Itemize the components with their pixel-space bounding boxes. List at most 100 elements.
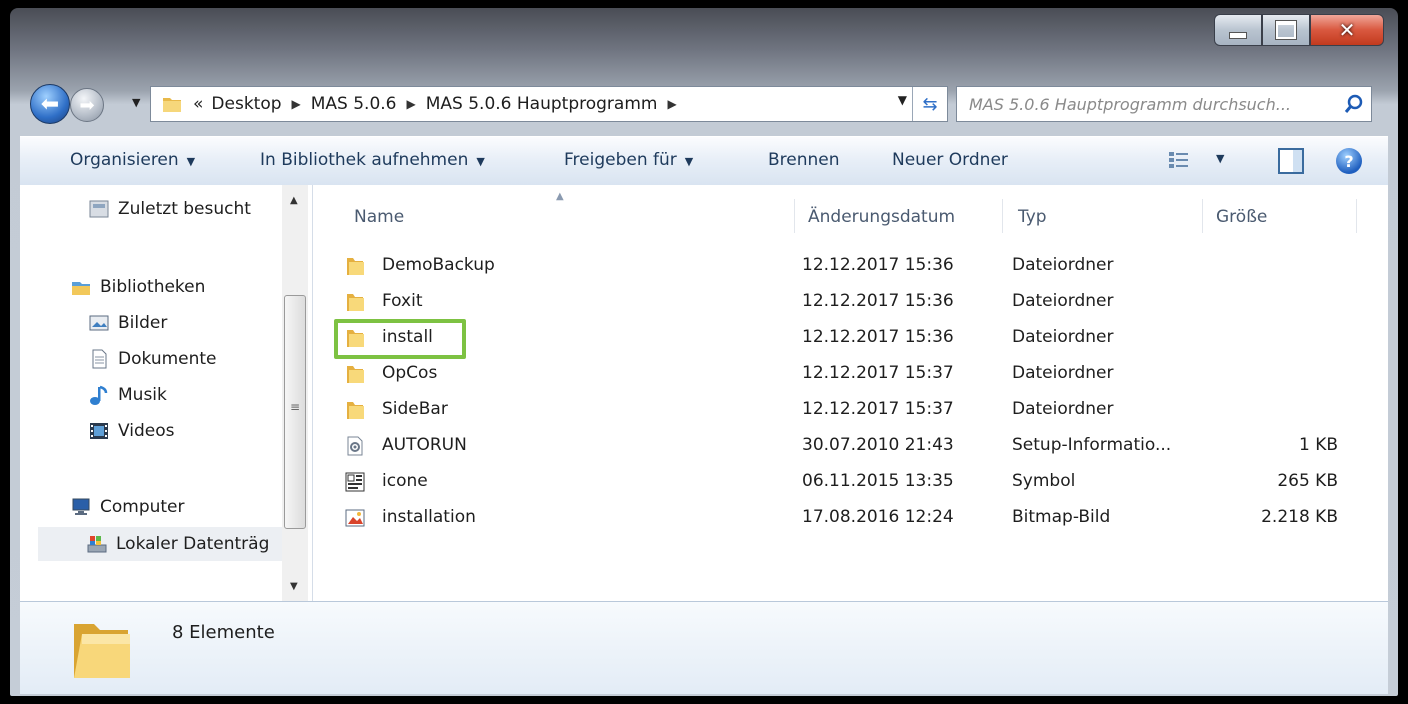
computer-icon	[72, 498, 90, 515]
folder-icon	[347, 294, 364, 311]
address-bar[interactable]: « Desktop ▶ MAS 5.0.6 ▶ MAS 5.0.6 Hauptp…	[150, 86, 948, 122]
bitmap-file-icon	[345, 509, 365, 527]
navigation-pane: Zuletzt besucht Bibliotheken Bilder Doku…	[20, 185, 313, 601]
help-icon[interactable]: ?	[1336, 148, 1362, 174]
folder-icon	[74, 624, 130, 678]
nav-recent-places[interactable]: Zuletzt besucht	[88, 195, 251, 223]
window-controls: ✕	[1214, 14, 1384, 46]
maximize-button[interactable]	[1262, 14, 1310, 46]
recent-pages-dropdown[interactable]: ▼	[132, 96, 140, 109]
arrow-right-icon: ➡	[79, 94, 95, 116]
file-date: 12.12.2017 15:36	[802, 327, 954, 347]
nav-computer[interactable]: Computer	[70, 493, 185, 521]
nav-scrollbar[interactable]: ▲ ≡ ▼	[282, 185, 308, 601]
refresh-icon: ⇆	[922, 93, 938, 115]
file-name: icone	[382, 471, 428, 491]
breadcrumb-overflow[interactable]: «	[193, 94, 203, 114]
item-count: 8 Elemente	[172, 622, 275, 643]
include-in-library-button[interactable]: In Bibliothek aufnehmen ▼	[260, 150, 485, 170]
file-date: 12.12.2017 15:36	[802, 255, 954, 275]
file-row[interactable]: OpCos 12.12.2017 15:37 Dateiordner	[338, 357, 1378, 391]
file-type: Dateiordner	[1012, 255, 1114, 275]
file-type: Dateiordner	[1012, 399, 1114, 419]
minimize-button[interactable]	[1214, 14, 1262, 46]
file-name: OpCos	[382, 363, 438, 383]
file-type: Dateiordner	[1012, 363, 1114, 383]
file-row[interactable]: Foxit 12.12.2017 15:36 Dateiordner	[338, 285, 1378, 319]
file-size: 2.218 KB	[1261, 507, 1338, 527]
file-row[interactable]: install 12.12.2017 15:36 Dateiordner	[338, 321, 1378, 355]
burn-button[interactable]: Brennen	[768, 150, 840, 170]
search-icon[interactable]	[1343, 93, 1365, 115]
folder-icon	[347, 258, 364, 275]
column-header-date[interactable]: Änderungsdatum	[808, 207, 955, 227]
view-options-dropdown[interactable]: ▼	[1216, 152, 1224, 165]
column-header-name[interactable]: Name	[354, 207, 404, 227]
chevron-right-icon[interactable]: ▶	[407, 97, 416, 111]
local-disk-icon	[87, 536, 107, 553]
search-input[interactable]: MAS 5.0.6 Hauptprogramm durchsuch...	[957, 95, 1339, 114]
nav-music[interactable]: Musik	[88, 381, 167, 409]
column-divider[interactable]	[1202, 199, 1203, 233]
back-button[interactable]: ⬅	[30, 84, 70, 124]
nav-pictures[interactable]: Bilder	[88, 309, 167, 337]
view-options-icon[interactable]	[1168, 150, 1190, 170]
nav-documents[interactable]: Dokumente	[88, 345, 217, 373]
chevron-down-icon: ▼	[476, 155, 485, 168]
file-size: 265 KB	[1277, 471, 1338, 491]
chevron-right-icon[interactable]: ▶	[667, 97, 676, 111]
recent-places-icon	[89, 200, 109, 218]
forward-button[interactable]: ➡	[70, 88, 104, 122]
chevron-down-icon: ▼	[132, 96, 141, 109]
file-date: 12.12.2017 15:36	[802, 291, 954, 311]
column-divider[interactable]	[1356, 199, 1357, 233]
file-row[interactable]: AUTORUN 30.07.2010 21:43 Setup-Informati…	[338, 429, 1378, 463]
scroll-up-icon[interactable]: ▲	[290, 195, 298, 206]
folder-icon	[347, 402, 364, 419]
file-date: 17.08.2016 12:24	[802, 507, 954, 527]
search-box[interactable]: MAS 5.0.6 Hauptprogramm durchsuch...	[956, 86, 1372, 122]
chevron-down-icon: ▼	[186, 155, 196, 168]
file-type: Bitmap-Bild	[1012, 507, 1111, 527]
file-size: 1 KB	[1298, 435, 1338, 455]
column-divider[interactable]	[1002, 199, 1003, 233]
documents-icon	[92, 349, 107, 369]
file-name: SideBar	[382, 399, 448, 419]
command-bar: Organisieren ▼ In Bibliothek aufnehmen ▼ F…	[20, 136, 1388, 186]
libraries-icon	[72, 282, 90, 295]
file-row[interactable]: DemoBackup 12.12.2017 15:36 Dateiordner	[338, 249, 1378, 283]
breadcrumb-hauptprogramm[interactable]: MAS 5.0.6 Hauptprogramm	[426, 94, 658, 114]
pictures-icon	[89, 315, 109, 331]
explorer-window: ✕ ⬅ ➡ ▼ « Desktop ▶ MAS 5.0.6 ▶ MAS 5.0.…	[10, 8, 1398, 696]
chevron-right-icon[interactable]: ▶	[292, 97, 301, 111]
scroll-down-icon[interactable]: ▼	[290, 581, 298, 592]
symbol-file-icon	[345, 472, 365, 492]
file-row[interactable]: SideBar 12.12.2017 15:37 Dateiordner	[338, 393, 1378, 427]
close-button[interactable]: ✕	[1310, 14, 1384, 46]
videos-icon	[90, 423, 108, 439]
breadcrumb-mas[interactable]: MAS 5.0.6	[311, 94, 397, 114]
nav-videos[interactable]: Videos	[88, 417, 175, 445]
nav-local-disk[interactable]: Lokaler Datenträg	[38, 527, 282, 561]
new-folder-button[interactable]: Neuer Ordner	[892, 150, 1008, 170]
file-date: 06.11.2015 13:35	[802, 471, 954, 491]
breadcrumb-desktop[interactable]: Desktop	[211, 94, 281, 114]
minimize-icon	[1229, 31, 1247, 39]
address-history-dropdown[interactable]: ▼	[898, 93, 907, 107]
folder-icon	[347, 366, 364, 383]
navigation-row: ⬅ ➡ ▼ « Desktop ▶ MAS 5.0.6 ▶ MAS 5.0.6 …	[10, 84, 1398, 124]
scrollbar-thumb[interactable]: ≡	[284, 295, 306, 529]
arrow-left-icon: ⬅	[40, 91, 60, 117]
preview-pane-icon[interactable]	[1278, 148, 1304, 174]
file-date: 12.12.2017 15:37	[802, 399, 954, 419]
organize-button[interactable]: Organisieren ▼	[70, 150, 195, 170]
column-header-size[interactable]: Größe	[1216, 207, 1267, 227]
column-divider[interactable]	[794, 199, 795, 233]
chevron-down-icon: ▼	[684, 155, 694, 168]
share-with-button[interactable]: Freigeben für ▼	[564, 150, 693, 170]
file-row[interactable]: installation 17.08.2016 12:24 Bitmap-Bil…	[338, 501, 1378, 535]
file-row[interactable]: icone 06.11.2015 13:35 Symbol 265 KB	[338, 465, 1378, 499]
column-header-type[interactable]: Typ	[1018, 207, 1047, 227]
nav-libraries[interactable]: Bibliotheken	[70, 273, 205, 301]
refresh-button[interactable]: ⇆	[912, 87, 947, 121]
